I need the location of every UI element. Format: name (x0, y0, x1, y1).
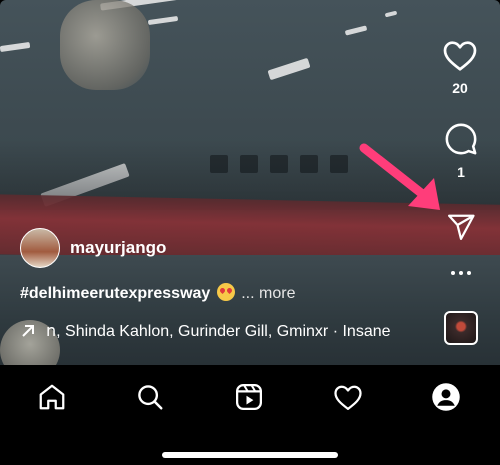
dashboard-toy-reflection (60, 0, 150, 90)
car-dashboard (0, 255, 500, 365)
caption-text: #delhimeerutexpressway (20, 285, 211, 302)
username[interactable]: mayurjango (70, 238, 166, 258)
reels-icon (234, 382, 264, 412)
send-icon (446, 212, 476, 242)
audio-album-thumbnail[interactable] (444, 311, 478, 345)
heart-eyes-emoji-icon (216, 283, 235, 301)
heart-icon (333, 383, 363, 411)
like-button[interactable]: 20 (442, 38, 478, 96)
more-link[interactable]: ... more (241, 285, 295, 302)
comment-count: 1 (457, 164, 465, 180)
search-icon (135, 382, 165, 412)
heart-icon (442, 38, 478, 72)
caption[interactable]: #delhimeerutexpressway ... more (20, 283, 295, 303)
road-lane-marking (267, 57, 311, 81)
nav-search[interactable] (132, 379, 168, 415)
home-indicator (162, 452, 338, 458)
avatar[interactable] (20, 228, 60, 268)
nav-activity[interactable] (330, 379, 366, 415)
dashboard-vent (270, 155, 288, 173)
road-lane-marking (384, 10, 398, 18)
road-lane-marking (147, 15, 179, 26)
nav-home[interactable] (34, 379, 70, 415)
dashboard-vent (330, 155, 348, 173)
dashboard-vent (210, 155, 228, 173)
annotation-arrow (350, 140, 450, 220)
more-horizontal-icon (449, 268, 473, 278)
home-icon (37, 382, 67, 412)
road-lane-marking (344, 25, 368, 36)
road-lane-marking (0, 41, 31, 53)
dashboard-vent (240, 155, 258, 173)
author-row[interactable]: mayurjango (20, 228, 166, 268)
nav-reels[interactable] (231, 379, 267, 415)
bottom-nav (0, 365, 500, 465)
profile-icon (431, 382, 461, 412)
reels-screen: 20 1 mayurjango #delhimeerutexpressway .… (0, 0, 500, 465)
audio-track-title: ո, Shinda Kahlon, Gurinder Gill, Gminxr … (46, 323, 391, 340)
audio-track[interactable]: ո, Shinda Kahlon, Gurinder Gill, Gminxr … (20, 321, 391, 341)
more-options-button[interactable] (449, 268, 473, 278)
share-button[interactable] (446, 212, 476, 242)
like-count: 20 (452, 80, 468, 96)
dashboard-vent (300, 155, 318, 173)
arrow-up-right-icon (20, 323, 36, 339)
nav-profile[interactable] (428, 379, 464, 415)
